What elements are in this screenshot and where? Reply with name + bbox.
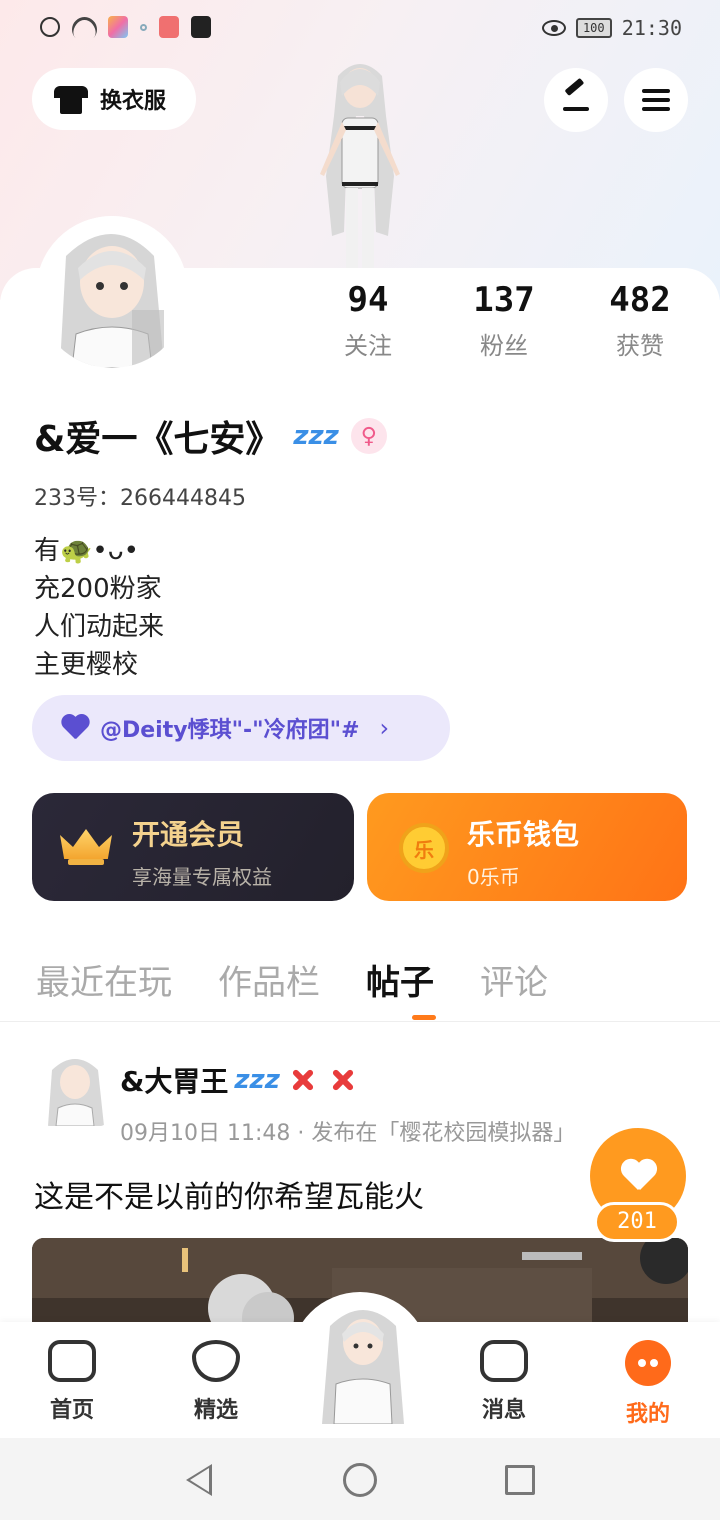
- crown-icon: [60, 823, 112, 867]
- heart-icon: [620, 1160, 656, 1192]
- post-author-avatar[interactable]: [42, 1050, 108, 1126]
- coin-wallet-card[interactable]: 乐 乐币钱包 0乐币: [367, 793, 687, 901]
- capcut-icon: [191, 16, 211, 38]
- nav-label: 首页: [49, 1398, 94, 1423]
- pen-icon: [563, 89, 589, 111]
- profile-tabs: 最近在玩 作品栏 帖子 评论: [36, 955, 548, 1004]
- nav-avatar-center[interactable]: [318, 1300, 408, 1424]
- nickname-row: &爱一《七安》 zzz ♀: [34, 410, 387, 462]
- alert-icon: [40, 17, 60, 37]
- post-text[interactable]: 这是不是以前的你希望瓦能火: [34, 1172, 424, 1216]
- anger-icon: [286, 1063, 320, 1097]
- nav-label: 消息: [481, 1398, 526, 1423]
- nav-featured[interactable]: 精选: [166, 1340, 266, 1424]
- nav-label: 我的: [625, 1402, 670, 1427]
- stat-following[interactable]: 94 关注: [300, 280, 436, 361]
- post-author-row: &大胃王 zzz: [120, 1060, 360, 1100]
- dot-icon: [140, 23, 147, 31]
- bio-line: 人们动起来: [34, 612, 165, 642]
- menu-icon: [642, 89, 670, 111]
- vip-title: 开通会员: [132, 818, 245, 851]
- heart-icon: [192, 1340, 240, 1382]
- user-id: 233号：266444845: [34, 486, 246, 511]
- nav-messages[interactable]: 消息: [454, 1340, 554, 1424]
- anger-icon: [326, 1063, 360, 1097]
- tab-works[interactable]: 作品栏: [218, 955, 320, 1004]
- bio-line: 有🐢•ᴗ•: [34, 536, 139, 566]
- clock: 21:30: [621, 16, 682, 40]
- sleep-badge: zzz: [234, 1065, 280, 1095]
- heart-icon: [60, 715, 90, 741]
- like-count: 201: [594, 1202, 680, 1242]
- stat-label: 粉丝: [480, 332, 528, 360]
- change-outfit-button[interactable]: 换衣服: [32, 68, 196, 130]
- avatar-3d-figure[interactable]: [290, 56, 430, 268]
- wallet-title: 乐币钱包: [467, 818, 580, 851]
- nav-label: 精选: [193, 1398, 238, 1423]
- bio-line: 充200粉家: [34, 574, 162, 604]
- vip-membership-card[interactable]: 开通会员 享海量专属权益: [32, 793, 354, 901]
- stat-likes[interactable]: 482 获赞: [572, 280, 708, 361]
- group-name: @Deity悸琪"-"冷府团"#: [100, 718, 360, 743]
- chat-icon: [480, 1340, 528, 1382]
- edit-profile-button[interactable]: [544, 68, 608, 132]
- stat-number: 94: [347, 280, 389, 320]
- stat-followers[interactable]: 137 粉丝: [436, 280, 572, 361]
- stat-number: 137: [473, 280, 535, 320]
- post-author-name[interactable]: &大胃王: [120, 1060, 228, 1100]
- app-notification-icon: [159, 16, 179, 38]
- nickname: &爱一《七安》: [34, 419, 282, 460]
- menu-button[interactable]: [624, 68, 688, 132]
- sleep-badge: zzz: [293, 421, 339, 451]
- gamepad-icon: [48, 1340, 96, 1382]
- nav-me[interactable]: 我的: [598, 1340, 698, 1428]
- bio-line: 主更樱校: [34, 650, 139, 680]
- eye-icon: [541, 20, 566, 36]
- female-icon: ♀: [350, 418, 387, 454]
- wallet-balance: 0乐币: [467, 865, 520, 889]
- shirt-icon: [54, 84, 88, 114]
- tab-comments[interactable]: 评论: [480, 955, 548, 1004]
- tab-recent-played[interactable]: 最近在玩: [36, 955, 172, 1004]
- stat-label: 获赞: [616, 332, 664, 360]
- home-icon[interactable]: [343, 1463, 377, 1497]
- group-link[interactable]: @Deity悸琪"-"冷府团"# ›: [32, 695, 450, 761]
- tab-posts[interactable]: 帖子: [366, 955, 434, 1004]
- stat-number: 482: [609, 280, 671, 320]
- nav-home[interactable]: 首页: [22, 1340, 122, 1424]
- stat-label: 关注: [344, 332, 392, 360]
- app-notification-icon: [108, 16, 128, 38]
- back-icon[interactable]: [186, 1464, 212, 1496]
- change-outfit-label: 换衣服: [100, 89, 167, 114]
- avatar[interactable]: [36, 216, 188, 368]
- me-icon: [625, 1340, 671, 1386]
- coin-icon: 乐: [399, 823, 449, 873]
- status-bar: 100 21:30: [0, 0, 720, 56]
- recent-apps-icon[interactable]: [505, 1465, 535, 1495]
- vip-subtitle: 享海量专属权益: [132, 865, 272, 889]
- battery-indicator: 100: [575, 18, 612, 38]
- profile-stats: 94 关注 137 粉丝 482 获赞: [300, 280, 720, 361]
- wifi-icon: [72, 17, 96, 37]
- divider: [0, 1021, 720, 1022]
- active-tab-indicator: [412, 1015, 436, 1020]
- bio: 有🐢•ᴗ• 充200粉家 人们动起来 主更樱校: [34, 532, 164, 684]
- chevron-right-icon: ›: [379, 714, 390, 742]
